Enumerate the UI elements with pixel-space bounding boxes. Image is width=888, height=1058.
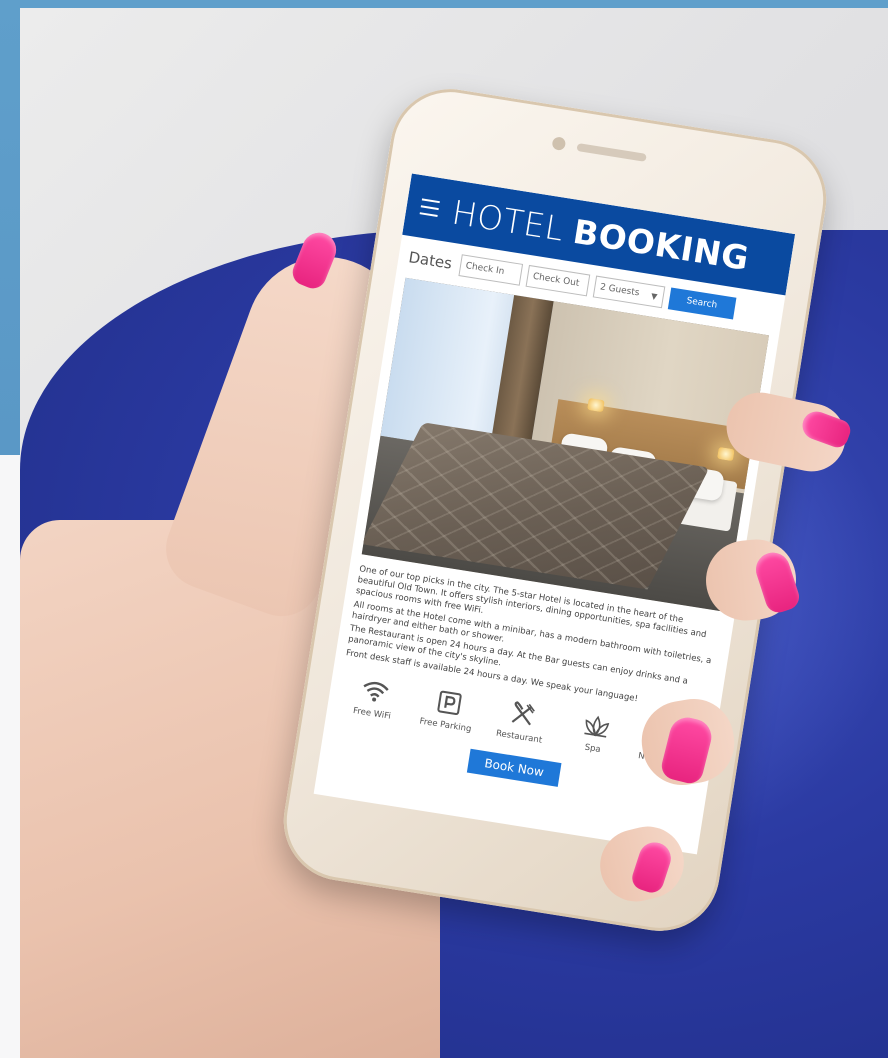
check-out-field[interactable]: Check Out <box>525 264 590 297</box>
app-title-light: HOTEL <box>449 192 567 249</box>
background-white-strip <box>0 455 20 1058</box>
hotel-room-photo <box>361 277 769 612</box>
wifi-icon <box>359 675 391 707</box>
check-out-placeholder: Check Out <box>532 271 580 289</box>
book-now-button[interactable]: Book Now <box>466 748 562 787</box>
check-in-placeholder: Check In <box>464 261 505 278</box>
hamburger-menu-icon[interactable] <box>419 198 440 217</box>
parking-icon <box>433 687 465 719</box>
dates-label: Dates <box>407 248 454 273</box>
lotus-icon <box>580 710 612 742</box>
chevron-down-icon: ▼ <box>650 290 659 301</box>
guests-value: 2 Guests <box>599 282 641 299</box>
search-button[interactable]: Search <box>667 287 737 320</box>
fork-knife-icon <box>507 698 539 730</box>
check-in-field[interactable]: Check In <box>458 254 523 286</box>
guests-select[interactable]: 2 Guests ▼ <box>592 275 665 309</box>
